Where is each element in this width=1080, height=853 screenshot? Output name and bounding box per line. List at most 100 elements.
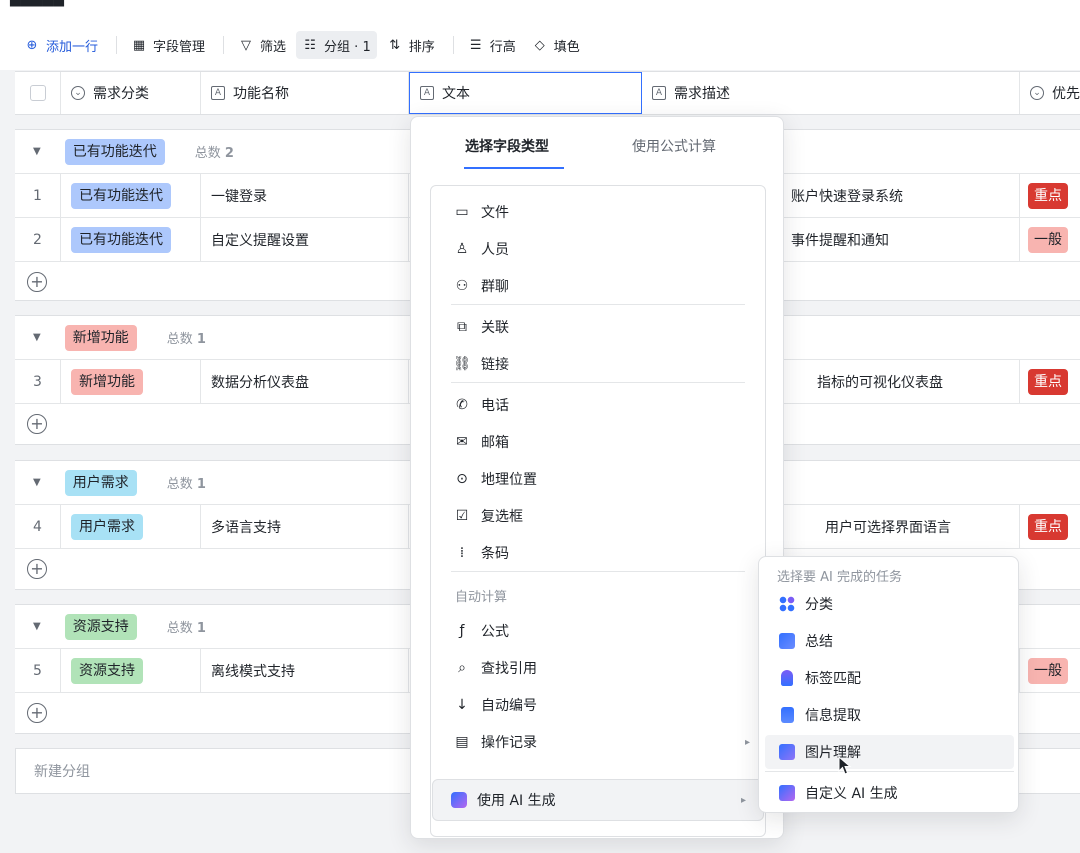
link-icon: ⛓ [453,356,471,372]
column-header-label: 功能名称 [233,86,289,102]
ai-sparkle-icon [779,785,795,801]
plus-circle-icon: + [27,703,47,723]
calendar-log-icon: ▤ [455,734,469,750]
group-label: 分组 · 1 [324,39,371,55]
single-select-icon: ⌄ [1030,86,1044,100]
column-header-label: 需求分类 [93,86,149,102]
view-tab[interactable]: ▇▇▇▇▇ [10,0,64,13]
plus-circle-icon: ⊕ [26,37,38,53]
filter-label: 筛选 [260,39,287,55]
collapse-caret-icon[interactable]: ▼ [33,146,41,157]
group-icon: ☷ [304,37,316,53]
field-type-lookup[interactable]: ⌕ 查找引用 [453,653,537,683]
tab-formula[interactable]: 使用公式计算 [632,136,716,156]
ai-task-tag-match[interactable]: 标签匹配 [765,661,1014,695]
field-type-checkbox[interactable]: ☑ 复选框 [453,501,523,531]
priority-tag: 重点 [1028,368,1068,395]
active-tab-indicator [464,167,564,169]
row-height-button[interactable]: ☰ 行高 [462,31,522,59]
text-field-icon: A [420,86,434,100]
collapse-caret-icon[interactable]: ▼ [33,332,41,343]
toolbar-divider [452,36,454,54]
column-header-description[interactable]: A 需求描述 [642,72,1020,114]
category-tag: 资源支持 [71,657,143,684]
field-type-formula[interactable]: ƒ 公式 [453,616,509,646]
field-type-list: ▭ 文件 ♙ 人员 ⚇ 群聊 ⧉ 关联 ⛓ 链接 ✆ 电话 ✉ 邮箱 ⊙ 地理位置 ☑ 复选框 ⁞… [430,185,766,837]
image-icon [779,744,795,760]
ai-task-extract[interactable]: 信息提取 [765,698,1014,732]
auto-number-icon: ↓ [456,697,468,713]
submenu-header: 选择要 AI 完成的任务 [777,570,902,585]
group-tag: 资源支持 [64,613,137,640]
toolbar-divider [223,36,225,54]
ai-task-custom[interactable]: 自定义 AI 生成 [765,776,1014,810]
ai-generate-label: 使用 AI 生成 [477,793,556,809]
row-height-icon: ☰ [469,37,482,53]
field-type-auto-number[interactable]: ↓ 自动编号 [453,690,537,720]
group-tag: 新增功能 [64,324,137,351]
collapse-caret-icon[interactable]: ▼ [33,621,41,632]
column-header-label: 需求描述 [674,86,730,102]
sort-label: 排序 [408,39,435,55]
field-type-location[interactable]: ⊙ 地理位置 [453,464,537,494]
tag-icon [781,670,793,686]
field-type-person[interactable]: ♙ 人员 [453,234,509,264]
classify-icon [779,596,795,612]
category-tag: 新增功能 [71,368,143,395]
field-manage-button[interactable]: ▦ 字段管理 [125,31,211,59]
field-type-file[interactable]: ▭ 文件 [453,197,509,227]
ai-generate-item[interactable]: 使用 AI 生成 ▸ [432,779,764,821]
formula-icon: ƒ [459,623,465,639]
paint-bucket-icon: ◇ [534,37,545,53]
tab-field-type[interactable]: 选择字段类型 [465,136,549,156]
plus-circle-icon: + [27,559,47,579]
ai-task-classify[interactable]: 分类 [765,587,1014,621]
field-type-url[interactable]: ⛓ 链接 [453,349,509,379]
filter-icon: ▽ [241,37,252,53]
column-header-feature[interactable]: A 功能名称 [201,72,409,114]
feature-cell[interactable]: 离线模式支持 [201,649,409,692]
group-count: 总数 1 [166,621,206,636]
priority-tag: 一般 [1028,657,1068,684]
column-header-priority[interactable]: ⌄ 优先 [1020,72,1080,114]
chevron-right-icon: ▸ [745,737,751,748]
add-row-button[interactable]: ⊕ 添加一行 [18,31,104,59]
group-button[interactable]: ☷ 分组 · 1 [296,31,377,59]
extract-icon [781,707,794,723]
ai-task-image-understand[interactable]: 图片理解 [765,735,1014,769]
select-all-checkbox[interactable] [29,85,46,101]
column-header-category[interactable]: ⌄ 需求分类 [61,72,201,114]
mouse-cursor-icon [838,756,852,775]
select-all-cell [15,72,61,114]
row-number: 4 [15,505,61,548]
feature-cell[interactable]: 自定义提醒设置 [201,218,409,261]
priority-tag: 重点 [1028,182,1068,209]
collapse-caret-icon[interactable]: ▼ [33,477,41,488]
feature-cell[interactable]: 一键登录 [201,174,409,217]
priority-tag: 一般 [1028,226,1068,253]
field-type-link-record[interactable]: ⧉ 关联 [453,312,509,342]
feature-cell[interactable]: 数据分析仪表盘 [201,360,409,403]
filter-button[interactable]: ▽ 筛选 [232,31,292,59]
ai-task-summarize[interactable]: 总结 [765,624,1014,658]
plus-circle-icon: + [27,414,47,434]
sort-icon: ⇅ [389,37,401,53]
field-type-barcode[interactable]: ⁞ 条码 [453,538,509,568]
field-type-email[interactable]: ✉ 邮箱 [453,427,509,457]
field-type-group-chat[interactable]: ⚇ 群聊 [453,271,509,301]
link-record-icon: ⧉ [457,319,467,335]
group-count: 总数 1 [166,477,206,492]
sort-button[interactable]: ⇅ 排序 [381,31,441,59]
field-type-operation-log[interactable]: ▤ 操作记录 [453,727,537,757]
list-divider [451,571,745,572]
table-header: ⌄ 需求分类 A 功能名称 A 文本 A 需求描述 ⌄ 优先 [15,71,1080,115]
field-type-phone[interactable]: ✆ 电话 [453,390,509,420]
checkbox-icon: ☑ [455,508,469,524]
row-number: 3 [15,360,61,403]
row-number: 5 [15,649,61,692]
group-chat-icon: ⚇ [455,278,469,294]
feature-cell[interactable]: 多语言支持 [201,505,409,548]
fill-color-button[interactable]: ◇ 填色 [526,31,586,59]
lookup-icon: ⌕ [458,660,466,676]
column-header-text[interactable]: A 文本 [409,72,642,114]
